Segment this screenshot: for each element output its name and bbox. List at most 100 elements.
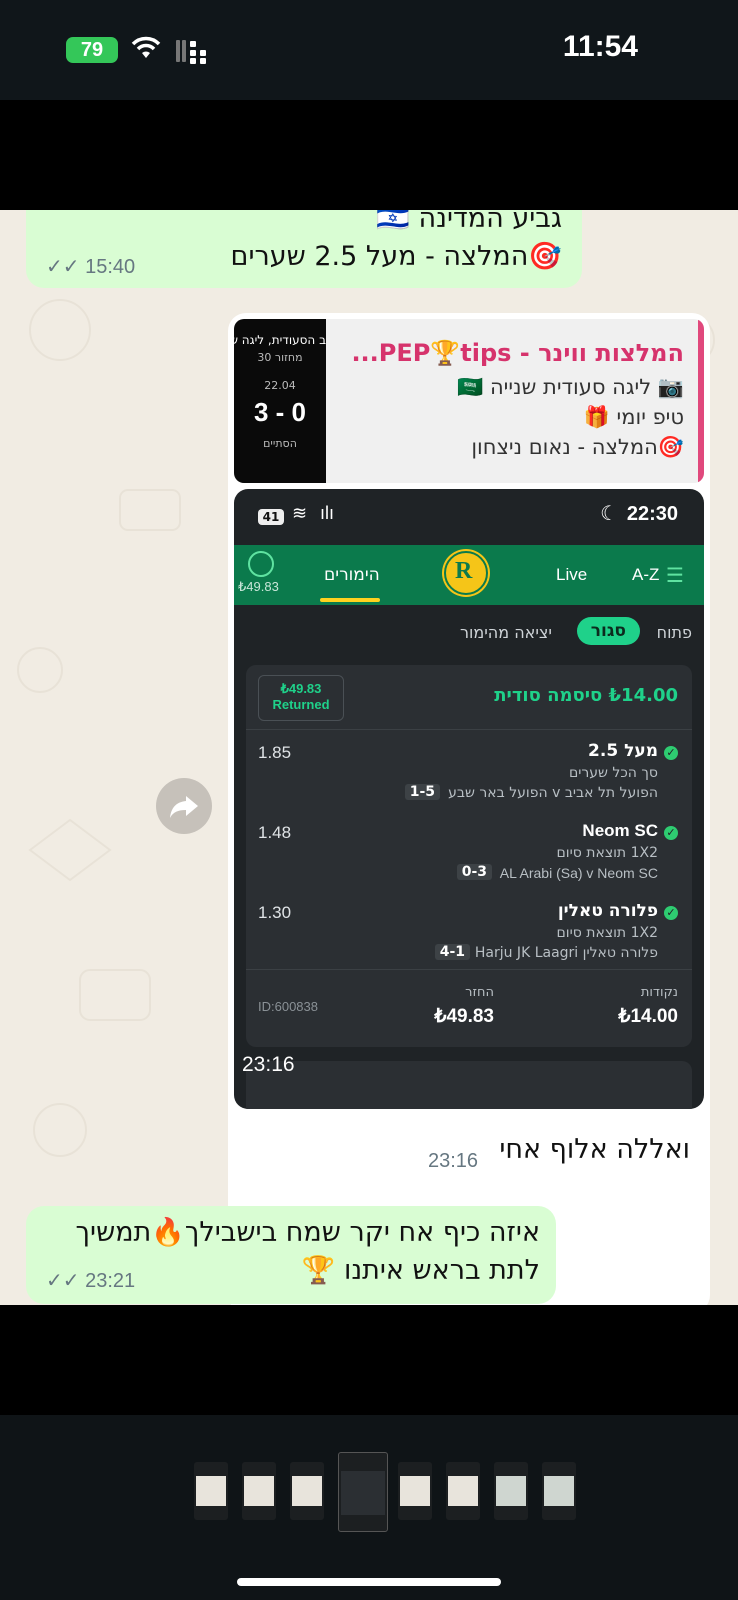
bet-screenshot[interactable]: 41 ≋ ılı ☾ 22:30 ₺49.83 הימורים R Live A…: [234, 489, 704, 1109]
filter-open[interactable]: פתוח: [657, 623, 692, 642]
thumbnail[interactable]: [446, 1462, 480, 1520]
message-text: איזה כיף אח יקר שמח בישבילך🔥תמשיך: [75, 1217, 540, 1248]
leg-title: Neom SC: [582, 821, 658, 840]
leg-check-icon: ✓: [664, 906, 678, 920]
message-meta: ✓✓ 15:40: [46, 254, 135, 279]
leg-match: AL Arabi (Sa) v Neom SC: [499, 865, 658, 881]
thumbnail[interactable]: [398, 1462, 432, 1520]
bet-ticket[interactable]: ₺49.83 Returned ₺14.00 סיסמה סודית ✓ מעל…: [246, 665, 692, 1047]
ticket-title: ₺14.00 סיסמה סודית: [494, 685, 678, 706]
returned-label: Returned: [272, 697, 330, 712]
thumbnail[interactable]: [194, 1462, 228, 1520]
message-time: 23:21: [85, 1270, 136, 1292]
leg-match: הפועל תל אביב v הפועל באר שבע: [448, 785, 658, 801]
match-score-thumbnail: ב הסעודית, ליגה ש מחזור 30 22.04 3 - 0 ה…: [234, 319, 326, 483]
leg-odds: 1.85: [258, 743, 292, 762]
filter-closed[interactable]: סגור: [576, 617, 640, 645]
read-ticks-icon: ✓✓: [46, 256, 80, 278]
shot-battery-level: 41: [262, 510, 280, 524]
thumbnail[interactable]: [542, 1462, 576, 1520]
leg-market: 1X2 תוצאת סיום: [556, 845, 658, 861]
reply-title: המלצות ווינר - PEP🏆tips...: [351, 339, 684, 367]
account-icon[interactable]: [248, 551, 274, 577]
message-outgoing[interactable]: איזה כיף אח יקר שמח בישבילך🔥תמשיך לתת בר…: [26, 1206, 556, 1304]
leg-score: 1-5: [404, 784, 440, 800]
home-indicator[interactable]: [237, 1578, 501, 1586]
leg-odds: 1.48: [258, 823, 292, 842]
bet-leg[interactable]: ✓ מעל 2.5 סך הכל שערים הפועל תל אביב v ה…: [246, 741, 692, 811]
message-text: ואללה אלוף אחי: [499, 1134, 690, 1165]
nav-tab-bets[interactable]: הימורים: [324, 565, 380, 585]
thumbnail[interactable]: [494, 1462, 528, 1520]
brand-logo-icon[interactable]: R: [444, 551, 488, 595]
leg-score: 4-1: [434, 944, 470, 960]
shot-wifi-icon: ≋: [292, 503, 308, 523]
leg-title: פלורה טאלין: [557, 901, 658, 921]
nav-tab-az[interactable]: A-Z: [632, 565, 659, 585]
thumbnail[interactable]: [290, 1462, 324, 1520]
ticket-divider: [246, 969, 692, 970]
message-incoming[interactable]: ואללה אלוף אחי 23:16: [412, 1122, 708, 1184]
leg-market: סך הכל שערים: [568, 765, 658, 781]
message-text: גביע המדינה 🇮🇱: [376, 210, 562, 234]
reply-preview[interactable]: ב הסעודית, ליגה ש מחזור 30 22.04 3 - 0 ה…: [234, 319, 704, 483]
score-date: 22.04: [264, 379, 296, 392]
nav-balance: ₺49.83: [238, 579, 279, 594]
leg-score: 0-3: [456, 864, 492, 880]
returned-badge: ₺49.83 Returned: [258, 675, 344, 721]
shot-nav-bar: ₺49.83 הימורים R Live A-Z ☰: [234, 545, 704, 605]
message-text: 🎯המלצה - מעל 2.5 שערים: [230, 241, 562, 272]
message-text: לתת בראש איתנו 🏆: [301, 1255, 540, 1286]
message-time: 15:40: [85, 256, 136, 278]
score-status: הסתיים: [263, 437, 297, 450]
score-header: ב הסעודית, ליגה ש: [234, 333, 326, 347]
message-time: 23:16: [428, 1150, 479, 1172]
reply-line: 🎯המלצה - נאום ניצחון: [471, 435, 684, 459]
message-meta: ✓✓ 23:21: [46, 1268, 135, 1293]
bet-leg[interactable]: ✓ Neom SC 1X2 תוצאת סיום AL Arabi (Sa) v…: [246, 821, 692, 891]
returned-amount: ₺49.83: [280, 681, 322, 696]
message-outgoing[interactable]: גביע המדינה 🇮🇱 🎯המלצה - מעל 2.5 שערים ✓✓…: [26, 210, 582, 288]
thumbnail-selected[interactable]: [338, 1452, 388, 1532]
nav-tab-live[interactable]: Live: [556, 565, 587, 585]
return-value: ₺49.83: [434, 1006, 494, 1027]
leg-check-icon: ✓: [664, 826, 678, 840]
nav-tab-underline: [320, 598, 380, 602]
battery-level: 79: [80, 39, 104, 61]
message-time: 23:16: [242, 1053, 295, 1076]
reply-line: 📷 ליגה סעודית שנייה 🇸🇦: [457, 375, 684, 399]
chat-area[interactable]: גביע המדינה 🇮🇱 🎯המלצה - מעל 2.5 שערים ✓✓…: [0, 210, 738, 1305]
battery-icon: 79: [66, 37, 118, 63]
leg-title: מעל 2.5: [588, 741, 658, 761]
forward-button[interactable]: [156, 778, 212, 834]
shot-signal-icon: ılı: [320, 503, 335, 523]
status-bar: 79 11:54: [0, 0, 738, 100]
leg-market: 1X2 תוצאת סיום: [556, 925, 658, 941]
leg-match: פלורה טאלין v Harju JK Laagri: [462, 945, 658, 961]
leg-odds: 1.30: [258, 903, 292, 922]
ticket-id: ID:600838: [258, 999, 318, 1014]
viewer-top-band: [0, 100, 738, 210]
forward-icon: [170, 796, 198, 818]
filter-cashout[interactable]: יציאה מהימור: [460, 623, 552, 642]
leg-check-icon: ✓: [664, 746, 678, 760]
score-value: 3 - 0: [253, 397, 307, 427]
signal-icon: [176, 40, 206, 64]
menu-icon[interactable]: ☰: [666, 563, 684, 587]
status-time: 11:54: [562, 30, 638, 63]
shot-battery-icon: 41: [258, 509, 284, 525]
score-round: מחזור 30: [257, 351, 303, 364]
bet-leg[interactable]: ✓ פלורה טאלין 1X2 תוצאת סיום פלורה טאלין…: [246, 901, 692, 971]
ticket-divider: [246, 729, 692, 730]
reply-accent-bar: [698, 319, 704, 483]
stake-label: נקודות: [640, 985, 678, 1000]
shot-time: 22:30: [626, 503, 678, 525]
wifi-icon: [131, 36, 161, 58]
thumbnail[interactable]: [242, 1462, 276, 1520]
next-ticket-peek: [246, 1061, 692, 1109]
viewer-bottom-band: [0, 1305, 738, 1415]
return-label: החזר: [465, 985, 494, 1000]
shot-moon-icon: ☾: [600, 503, 618, 525]
stake-value: ₺14.00: [618, 1006, 678, 1027]
reply-line: טיפ יומי 🎁: [583, 405, 684, 429]
